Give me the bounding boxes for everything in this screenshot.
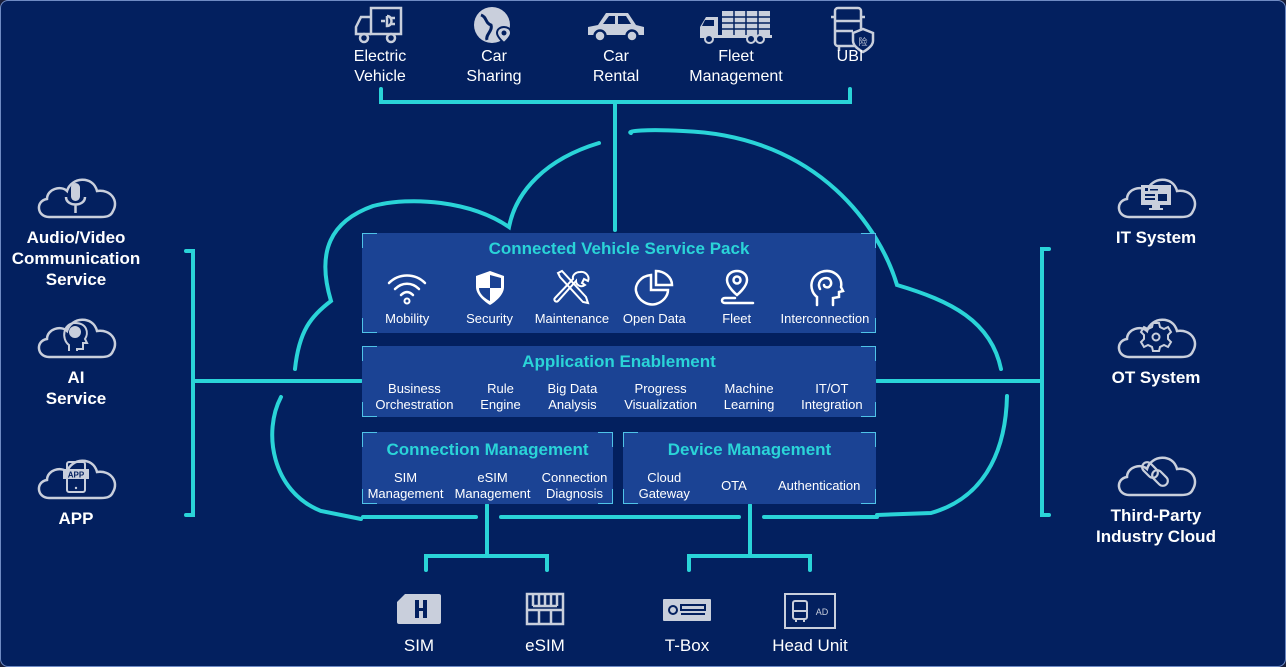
service-pack-label: Mobility	[385, 311, 430, 326]
device-head-unit: AD Head Unit	[755, 592, 865, 656]
app-enablement-item: Progress Visualization	[624, 381, 697, 412]
scenario-label-line1: Car	[603, 48, 629, 65]
device-tbox: T-Box	[632, 592, 742, 656]
service-label-line: Audio/Video	[26, 228, 126, 247]
device-esim: eSIM	[490, 592, 600, 656]
app-enablement-item: Business Orchestration	[375, 381, 454, 412]
service-pack-label: Maintenance	[534, 311, 610, 326]
system-label-line: Third-Party	[1110, 506, 1202, 525]
scenario-ubi: 险 UBI	[785, 5, 915, 67]
architecture-diagram: Electric Vehicle Car Sharing Car Rental	[0, 0, 1286, 667]
wifi-icon	[387, 274, 427, 305]
service-pack-label: Interconnection	[780, 311, 870, 326]
cloud-link-icon	[1117, 456, 1197, 497]
top-bracket	[379, 87, 852, 104]
system-it: IT System	[1071, 171, 1241, 248]
service-app: APP APP	[1, 452, 161, 529]
scenario-label-line2: Vehicle	[354, 68, 406, 85]
service-pack-item-mobility: Mobility	[366, 269, 448, 326]
device-label: T-Box	[664, 636, 710, 655]
service-pack-item-maintenance: Maintenance	[531, 269, 613, 326]
scenario-label-line1: Fleet	[718, 48, 754, 65]
connection-management-item: SIM Management	[367, 470, 444, 501]
service-pack-label: Fleet	[722, 311, 752, 326]
shield-icon	[475, 271, 504, 305]
app-enablement-item: Machine Learning	[723, 381, 775, 412]
bottom-right-bracket	[687, 554, 812, 572]
scenario-label-line1: UBI	[836, 48, 864, 65]
esim-chip-icon	[525, 592, 565, 626]
connection-management-title: Connection Management	[386, 440, 589, 459]
cloud-gear-icon	[1117, 318, 1197, 359]
pie-chart-icon	[634, 269, 674, 306]
device-label: SIM	[403, 636, 435, 655]
scenario-label-line2: Sharing	[466, 68, 522, 85]
app-enablement-item: Rule Engine	[480, 381, 521, 412]
service-pack-label: Open Data	[622, 311, 686, 326]
scenario-fleet-management: Fleet Management	[671, 5, 801, 87]
location-pin-icon	[720, 269, 754, 305]
cloud-monitor-icon	[1117, 178, 1197, 219]
globe-pin-icon	[474, 7, 513, 45]
head-unit-icon: AD	[784, 593, 836, 629]
connection-management-panel: Connection Management SIM Management eSIM…	[362, 432, 613, 504]
app-enablement-panel: Application Enablement Business Orchestra…	[362, 346, 876, 417]
head-unit-badge: AD	[816, 607, 829, 617]
device-management-panel: Device Management Cloud Gateway OTA Authe…	[623, 432, 876, 504]
tools-icon	[553, 269, 590, 305]
device-label: eSIM	[525, 636, 565, 655]
cloud-ai-head-icon	[37, 318, 117, 359]
service-label-line: AI	[67, 368, 85, 387]
device-management-item: OTA	[721, 478, 747, 493]
service-label-line: Communication	[11, 249, 141, 268]
app-enablement-item: Big Data Analysis	[547, 381, 598, 412]
service-audio-video: Audio/Video Communication Service	[1, 171, 161, 290]
service-pack-title: Connected Vehicle Service Pack	[488, 239, 750, 258]
cloud-app-icon: APP	[37, 459, 117, 500]
left-bracket	[184, 249, 195, 517]
truck-icon	[700, 11, 772, 44]
app-enablement-title: Application Enablement	[522, 352, 716, 371]
system-label-line: OT System	[1111, 368, 1201, 387]
service-label-line: Service	[45, 389, 107, 408]
scenario-label-line1: Car	[481, 48, 507, 65]
scenario-label-line2: Rental	[592, 68, 640, 85]
car-icon	[588, 13, 644, 43]
service-pack-item-fleet: Fleet	[696, 269, 778, 326]
cloud-microphone-icon	[37, 178, 117, 219]
connection-management-item: Connection Diagnosis	[541, 470, 608, 501]
sim-card-icon	[397, 594, 441, 624]
scenario-label-line1: Electric	[353, 48, 407, 65]
service-label-line: Service	[45, 270, 107, 289]
scenario-electric-vehicle: Electric Vehicle	[315, 5, 445, 87]
scenario-car-sharing: Car Sharing	[429, 5, 559, 87]
service-pack-item-interconnection: Interconnection	[778, 269, 872, 326]
service-pack-panel: Connected Vehicle Service Pack Mobility …	[362, 233, 876, 333]
system-third-party: Third-Party Industry Cloud	[1071, 449, 1241, 547]
service-pack-label: Security	[466, 311, 514, 326]
tbox-icon	[663, 599, 711, 621]
device-management-title: Device Management	[667, 440, 832, 459]
bottom-left-bracket	[424, 554, 549, 572]
service-pack-item-security: Security	[448, 269, 530, 326]
electric-vehicle-icon	[354, 6, 403, 44]
system-label-line: IT System	[1115, 228, 1197, 247]
service-ai: AI Service	[1, 311, 161, 409]
device-sim: SIM	[364, 592, 474, 656]
svg-text:APP: APP	[68, 471, 85, 480]
head-icon	[810, 269, 845, 307]
scenario-label-line2: Management	[689, 68, 783, 85]
system-label-line: Industry Cloud	[1096, 527, 1216, 546]
scenario-car-rental: Car Rental	[551, 5, 681, 87]
device-label: Head Unit	[772, 636, 848, 655]
device-management-item: Authentication	[778, 478, 861, 493]
app-enablement-item: IT/OT Integration	[801, 381, 863, 412]
system-ot: OT System	[1071, 311, 1241, 388]
service-label-line: APP	[58, 509, 94, 528]
service-pack-item-open-data: Open Data	[613, 269, 695, 326]
connection-management-item: eSIM Management	[454, 470, 531, 501]
device-management-item: Cloud Gateway	[638, 470, 690, 501]
